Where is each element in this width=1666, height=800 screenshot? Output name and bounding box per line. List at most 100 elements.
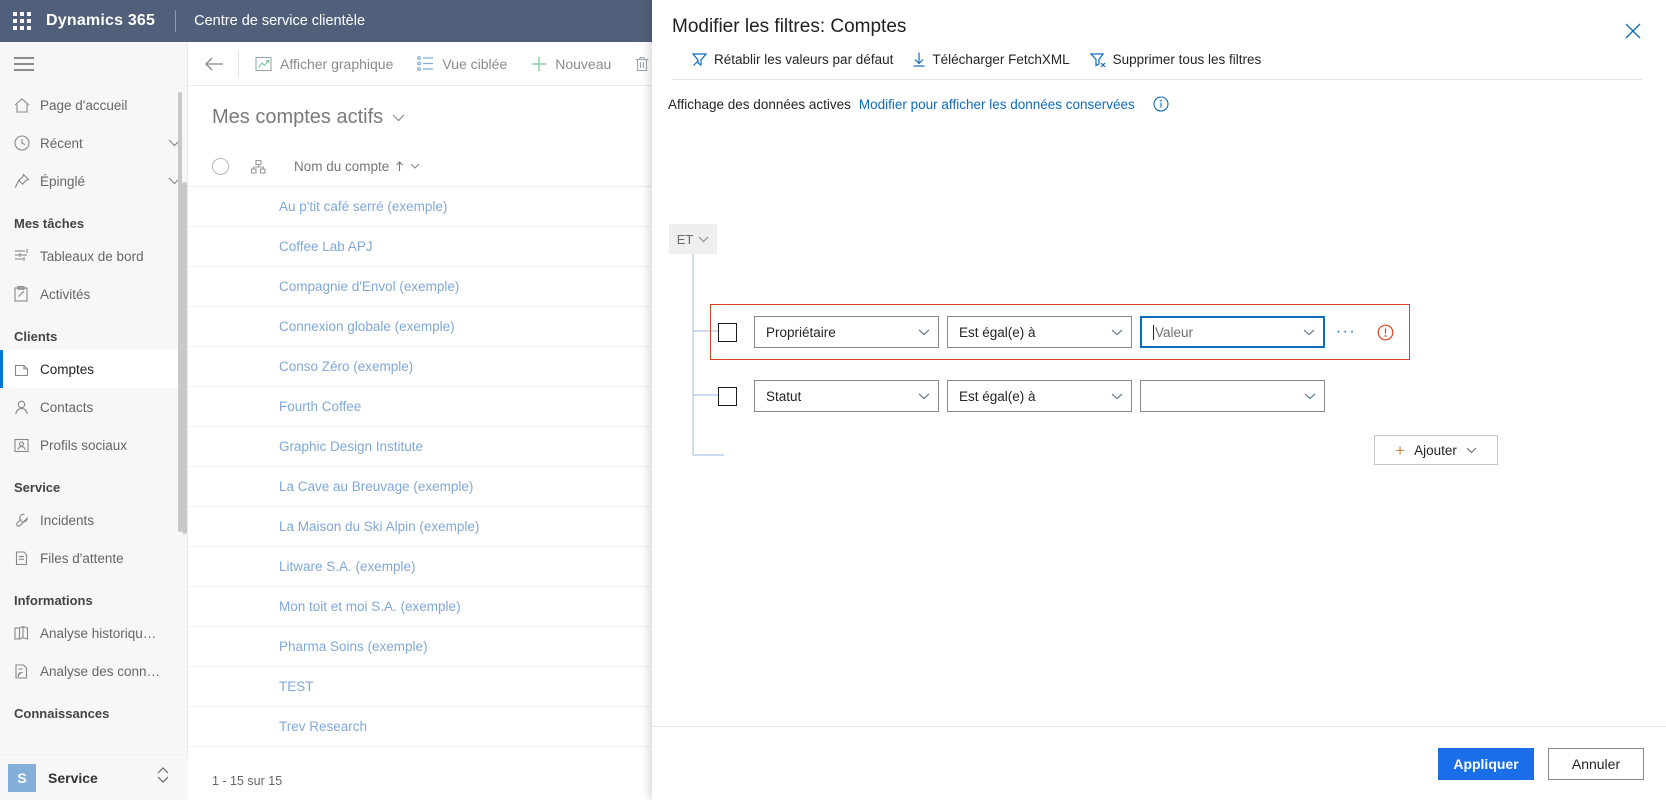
condition-checkbox[interactable] (718, 387, 737, 406)
dashboard-icon (14, 249, 40, 264)
chart-icon (255, 56, 272, 72)
account-name-link[interactable]: Conso Zéro (exemple) (279, 359, 413, 374)
group-operator-label: ET (677, 232, 694, 247)
command-nouveau-button[interactable]: Nouveau (519, 42, 623, 86)
reset-defaults-label: Rétablir les valeurs par défaut (714, 52, 893, 67)
column-header-account-name[interactable]: Nom du compte (294, 159, 420, 174)
chevron-down-icon (1304, 393, 1316, 400)
account-name-link[interactable]: Pharma Soins (exemple) (279, 639, 428, 654)
account-name-link[interactable]: Mon toit et moi S.A. (exemple) (279, 599, 461, 614)
command-label: Nouveau (555, 56, 611, 72)
condition-operator-select[interactable]: Est égal(e) à (947, 316, 1132, 348)
panel-header-divider (672, 79, 1642, 80)
pager-label: 1 - 15 sur 15 (212, 774, 282, 788)
condition-field-value: Statut (766, 389, 912, 404)
condition-value-select[interactable] (1140, 380, 1325, 412)
command-vue-cibl-e-button[interactable]: Vue ciblée (405, 42, 519, 86)
sidebar-item-label: Analyse des conn… (40, 664, 187, 679)
sidebar-item-contacts[interactable]: Contacts (0, 388, 187, 426)
group-operator-selector[interactable]: ET (669, 224, 717, 254)
close-icon[interactable] (1618, 16, 1648, 46)
account-name-link[interactable]: Connexion globale (exemple) (279, 319, 455, 334)
app-launcher-icon[interactable] (0, 12, 44, 30)
sidebar-item-label: Récent (40, 136, 161, 151)
info-icon[interactable] (1153, 96, 1169, 112)
condition-operator-select[interactable]: Est égal(e) à (947, 380, 1132, 412)
condition-checkbox[interactable] (718, 323, 737, 342)
sidebar-item-pingl[interactable]: Épinglé (0, 162, 187, 200)
sidebar-item-analyse-historiqu[interactable]: Analyse historiqu… (0, 614, 187, 652)
sidebar-item-label: Page d'accueil (40, 98, 187, 113)
condition-operator-value: Est égal(e) à (959, 389, 1105, 404)
trash-icon (635, 56, 649, 72)
reset-defaults-button[interactable]: Rétablir les valeurs par défaut (692, 52, 893, 67)
clear-filter-icon (1090, 53, 1106, 67)
hamburger-icon[interactable] (0, 42, 187, 86)
chevron-down-icon (918, 393, 930, 400)
select-all-circle[interactable] (212, 158, 229, 175)
app-name[interactable]: Centre de service clientèle (194, 13, 365, 29)
sidebar-item-comptes[interactable]: Comptes (0, 350, 187, 388)
area-switcher[interactable]: S Service (0, 754, 188, 800)
account-name-link[interactable]: Fourth Coffee (279, 399, 361, 414)
sidebar-item-profils-sociaux[interactable]: Profils sociaux (0, 426, 187, 464)
account-name-link[interactable]: Au p'tit café serré (exemple) (279, 199, 447, 214)
sort-asc-icon (395, 161, 404, 172)
condition-value-input[interactable]: Valeur (1140, 316, 1325, 348)
condition-value-placeholder: Valeur (1153, 325, 1297, 340)
account-name-link[interactable]: Compagnie d'Envol (exemple) (279, 279, 459, 294)
download-icon (913, 52, 925, 67)
account-name-link[interactable]: Coffee Lab APJ (279, 239, 373, 254)
condition-field-select[interactable]: Propriétaire (754, 316, 939, 348)
add-condition-button[interactable]: + Ajouter (1374, 435, 1498, 465)
sidebar-item-tableaux-de-bord[interactable]: Tableaux de bord (0, 237, 187, 275)
report-icon (14, 664, 40, 679)
more-options-icon[interactable]: ··· (1333, 317, 1359, 347)
view-name: Mes comptes actifs (212, 106, 383, 129)
sidebar-item-page-d-accueil[interactable]: Page d'accueil (0, 86, 187, 124)
chevron-down-icon[interactable] (161, 139, 187, 147)
list-scrollbar[interactable] (182, 182, 187, 534)
sidebar-item-label: Profils sociaux (40, 438, 187, 453)
cancel-button[interactable]: Annuler (1548, 748, 1644, 780)
data-state-link[interactable]: Modifier pour afficher les données conse… (859, 97, 1135, 112)
area-label: Service (48, 770, 98, 786)
clear-all-filters-button[interactable]: Supprimer tous les filtres (1090, 52, 1262, 67)
chevron-down-icon (1111, 329, 1123, 336)
activities-icon (14, 286, 40, 302)
back-arrow-icon[interactable] (194, 57, 234, 71)
error-circle-icon[interactable] (1377, 324, 1394, 341)
account-name-link[interactable]: Trev Research (279, 719, 367, 734)
panel-command-bar: Rétablir les valeurs par défaut Téléchar… (672, 38, 1642, 79)
account-name-link[interactable]: Litware S.A. (exemple) (279, 559, 416, 574)
area-switcher-icon[interactable] (156, 767, 170, 788)
sidebar-item-label: Tableaux de bord (40, 249, 187, 264)
account-name-link[interactable]: Graphic Design Institute (279, 439, 423, 454)
pin-icon (14, 173, 40, 189)
sidebar-item-incidents[interactable]: Incidents (0, 501, 187, 539)
sidebar-item-label: Épinglé (40, 174, 161, 189)
download-fetchxml-button[interactable]: Télécharger FetchXML (913, 52, 1069, 67)
command-label: Afficher graphique (280, 56, 393, 72)
panel-footer: Appliquer Annuler (652, 726, 1666, 800)
sidebar-item-activit-s[interactable]: Activités (0, 275, 187, 313)
command-afficher-graphique-button[interactable]: Afficher graphique (243, 42, 405, 86)
account-name-link[interactable]: TEST (279, 679, 314, 694)
sidebar-group-label: Mes tâches (0, 200, 187, 237)
condition-field-value: Propriétaire (766, 325, 912, 340)
sidebar-item-analyse-des-conn[interactable]: Analyse des conn… (0, 652, 187, 690)
account-name-link[interactable]: La Cave au Breuvage (exemple) (279, 479, 473, 494)
filter-builder: ET Propriétaire Est égal(e) à (652, 112, 1666, 726)
sidebar-item-r-cent[interactable]: Récent (0, 124, 187, 162)
sidebar-item-files-d-attente[interactable]: Files d'attente (0, 539, 187, 577)
home-icon (14, 98, 40, 113)
account-name-link[interactable]: La Maison du Ski Alpin (exemple) (279, 519, 479, 534)
brand-divider (175, 10, 176, 32)
wrench-icon (14, 513, 40, 528)
chevron-down-icon (392, 114, 405, 122)
product-name[interactable]: Dynamics 365 (46, 12, 155, 30)
apply-button[interactable]: Appliquer (1438, 748, 1534, 780)
chevron-down-icon (1111, 393, 1123, 400)
chevron-down-icon (410, 163, 420, 170)
condition-field-select[interactable]: Statut (754, 380, 939, 412)
